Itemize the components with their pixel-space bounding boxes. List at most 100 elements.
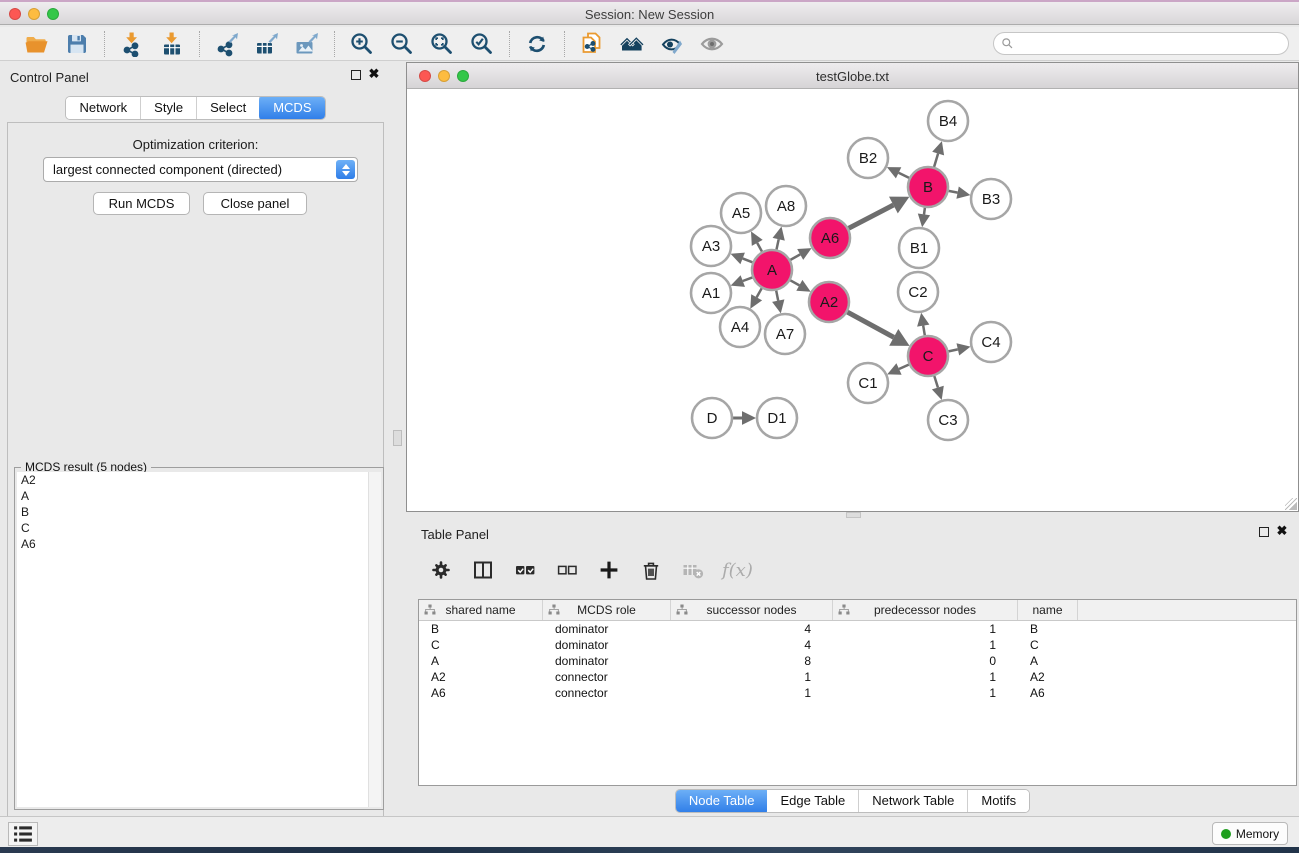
table-close-panel-icon[interactable]: ✖ bbox=[1275, 524, 1289, 538]
network-window-titlebar[interactable]: testGlobe.txt bbox=[407, 63, 1298, 89]
column-header-shared-name[interactable]: shared name bbox=[419, 600, 543, 620]
graph-edge-A-A1[interactable] bbox=[743, 277, 753, 281]
float-panel-icon[interactable] bbox=[351, 70, 361, 80]
table-cell[interactable]: 1 bbox=[833, 621, 1018, 637]
run-mcds-button[interactable]: Run MCDS bbox=[93, 192, 190, 215]
table-cell[interactable]: dominator bbox=[543, 637, 671, 653]
table-cell[interactable]: A6 bbox=[419, 685, 543, 701]
mcds-result-item[interactable]: A2 bbox=[17, 472, 368, 488]
table-cell[interactable]: A2 bbox=[419, 669, 543, 685]
table-cell[interactable]: A2 bbox=[1018, 669, 1078, 685]
delete-table-button[interactable] bbox=[680, 557, 706, 583]
graph-edge-B-B1[interactable] bbox=[924, 208, 925, 215]
table-row[interactable]: A2connector11A2 bbox=[419, 669, 1296, 685]
graph-node-B4[interactable]: B4 bbox=[928, 101, 968, 141]
graph-node-A4[interactable]: A4 bbox=[720, 307, 760, 347]
graph-node-B3[interactable]: B3 bbox=[971, 179, 1011, 219]
graph-node-C4[interactable]: C4 bbox=[971, 322, 1011, 362]
tab-network[interactable]: Network bbox=[66, 97, 141, 119]
tab-select[interactable]: Select bbox=[197, 97, 260, 119]
import-table-button[interactable] bbox=[157, 30, 187, 58]
table-cell[interactable]: dominator bbox=[543, 653, 671, 669]
refresh-layout-button[interactable] bbox=[522, 30, 552, 58]
zoom-out-button[interactable] bbox=[387, 30, 417, 58]
table-cell[interactable]: 4 bbox=[671, 637, 833, 653]
result-list-scrollbar[interactable] bbox=[368, 472, 381, 807]
graph-node-C2[interactable]: C2 bbox=[898, 272, 938, 312]
mcds-result-item[interactable]: B bbox=[17, 504, 368, 520]
gear-button[interactable] bbox=[428, 557, 454, 583]
column-header-MCDS-role[interactable]: MCDS role bbox=[543, 600, 671, 620]
table-cell[interactable]: B bbox=[419, 621, 543, 637]
table-float-panel-icon[interactable] bbox=[1259, 527, 1269, 537]
function-builder-button[interactable]: f(x) bbox=[722, 560, 753, 581]
graph-edge-B-B3[interactable] bbox=[949, 191, 958, 193]
graph-edge-A2-C[interactable] bbox=[847, 312, 893, 337]
graph-node-C1[interactable]: C1 bbox=[848, 363, 888, 403]
network-resize-grip[interactable] bbox=[1285, 498, 1297, 510]
table-row[interactable]: Cdominator41C bbox=[419, 637, 1296, 653]
table-row[interactable]: A6connector11A6 bbox=[419, 685, 1296, 701]
show-graphics-details-button[interactable] bbox=[657, 30, 687, 58]
table-cell[interactable]: 1 bbox=[833, 669, 1018, 685]
open-session-button[interactable] bbox=[22, 30, 52, 58]
table-row[interactable]: Adominator80A bbox=[419, 653, 1296, 669]
table-tab-network-table[interactable]: Network Table bbox=[859, 790, 968, 812]
export-network-button[interactable] bbox=[212, 30, 242, 58]
graph-edge-B-B4[interactable] bbox=[934, 154, 938, 167]
graph-edge-C-C4[interactable] bbox=[949, 349, 958, 351]
hide-eye-button[interactable] bbox=[697, 30, 727, 58]
graph-node-A6[interactable]: A6 bbox=[810, 218, 850, 258]
graph-node-A3[interactable]: A3 bbox=[691, 226, 731, 266]
zoom-fit-button[interactable] bbox=[427, 30, 457, 58]
table-cell[interactable]: C bbox=[1018, 637, 1078, 653]
mcds-result-item[interactable]: C bbox=[17, 520, 368, 536]
search-input[interactable] bbox=[1014, 34, 1288, 53]
mcds-result-item[interactable]: A bbox=[17, 488, 368, 504]
table-cell[interactable]: dominator bbox=[543, 621, 671, 637]
graph-edge-A-A3[interactable] bbox=[743, 258, 753, 262]
table-cell[interactable]: 1 bbox=[833, 637, 1018, 653]
table-cell[interactable]: connector bbox=[543, 685, 671, 701]
delete-column-button[interactable] bbox=[638, 557, 664, 583]
table-cell[interactable]: C bbox=[419, 637, 543, 653]
tab-mcds[interactable]: MCDS bbox=[259, 96, 325, 120]
column-header-name[interactable]: name bbox=[1018, 600, 1078, 620]
graph-node-B[interactable]: B bbox=[908, 167, 948, 207]
graph-edge-C-C2[interactable] bbox=[923, 326, 925, 336]
graph-edge-A6-B[interactable] bbox=[849, 205, 894, 228]
task-history-button[interactable] bbox=[8, 822, 38, 846]
table-tab-edge-table[interactable]: Edge Table bbox=[767, 790, 859, 812]
table-tab-motifs[interactable]: Motifs bbox=[968, 790, 1029, 812]
graph-edge-B-B2[interactable] bbox=[899, 173, 910, 178]
table-cell[interactable]: 1 bbox=[833, 685, 1018, 701]
graph-node-B1[interactable]: B1 bbox=[899, 228, 939, 268]
table-cell[interactable]: B bbox=[1018, 621, 1078, 637]
network-canvas[interactable]: B4 B2 B B3 A8 A5 A6 A3 B1 A C2 A1 A2 bbox=[407, 89, 1298, 511]
vertical-split-divider[interactable] bbox=[391, 61, 406, 816]
graph-edge-A-A6[interactable] bbox=[790, 254, 800, 260]
graph-edge-A-A5[interactable] bbox=[757, 243, 762, 252]
graph-node-A1[interactable]: A1 bbox=[691, 273, 731, 313]
table-row[interactable]: Bdominator41B bbox=[419, 621, 1296, 637]
graph-node-A2[interactable]: A2 bbox=[809, 282, 849, 322]
save-session-button[interactable] bbox=[62, 30, 92, 58]
graph-node-B2[interactable]: B2 bbox=[848, 138, 888, 178]
graph-node-C3[interactable]: C3 bbox=[928, 400, 968, 440]
graph-edge-C-C1[interactable] bbox=[899, 365, 909, 369]
import-network-button[interactable] bbox=[117, 30, 147, 58]
graph-edge-A-A7[interactable] bbox=[776, 291, 778, 301]
table-cell[interactable]: A bbox=[419, 653, 543, 669]
graph-edge-C-C3[interactable] bbox=[934, 376, 938, 388]
column-header-predecessor-nodes[interactable]: predecessor nodes bbox=[833, 600, 1018, 620]
export-table-button[interactable] bbox=[252, 30, 282, 58]
export-image-button[interactable] bbox=[292, 30, 322, 58]
split-column-button[interactable] bbox=[470, 557, 496, 583]
unselect-all-columns-button[interactable] bbox=[554, 557, 580, 583]
graph-node-A[interactable]: A bbox=[752, 250, 792, 290]
table-cell[interactable]: 1 bbox=[671, 685, 833, 701]
memory-button[interactable]: Memory bbox=[1212, 822, 1288, 845]
graph-edge-A-A2[interactable] bbox=[790, 280, 799, 285]
graph-edge-A-A4[interactable] bbox=[757, 288, 762, 297]
select-all-columns-button[interactable] bbox=[512, 557, 538, 583]
